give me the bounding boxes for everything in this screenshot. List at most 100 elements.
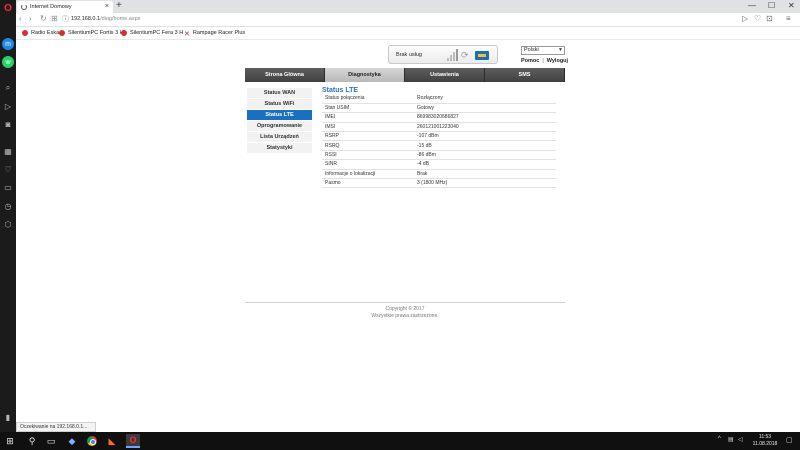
search-icon[interactable]: ⌕ (2, 82, 14, 94)
url-path: /diag/home.aspx (100, 16, 141, 22)
extensions-cube-icon[interactable]: ⬡ (2, 218, 14, 230)
bookmark-label: SilentiumPC Fortis 3 H (68, 30, 124, 36)
loading-spinner-icon (21, 4, 27, 10)
table-row: Informacje o lokalizacji Brak (322, 169, 556, 179)
send-to-icon[interactable]: ▷ (742, 14, 748, 23)
radio-icon (22, 30, 28, 36)
table-row: Status połączenia Rozłączony (322, 94, 556, 104)
row-label: Pasmo (325, 180, 341, 187)
signal-strength-icon (447, 49, 458, 61)
camera-icon[interactable]: ◙ (2, 118, 14, 130)
send-icon[interactable]: ▷ (2, 100, 14, 112)
help-logout-row: Pomoc | Wyloguj (521, 58, 568, 64)
clock-time: 11:53 (758, 434, 772, 440)
minimize-button[interactable]: — (748, 1, 756, 10)
bookmark-item[interactable]: SilentiumPC Fortis 3 H (59, 30, 124, 36)
table-row: RSRP -107 dBm (322, 132, 556, 141)
table-row: RSRQ -15 dB (322, 141, 556, 151)
forward-button[interactable]: › (29, 14, 32, 23)
search-icon[interactable]: ⚲ (26, 435, 38, 447)
bookmark-heart-icon[interactable]: ♡ (754, 14, 761, 23)
bookmark-label: SilentiumPC Fera 3 H (130, 30, 184, 36)
browser-tab[interactable]: Internet Domowy × (17, 1, 113, 13)
easy-setup-icon[interactable]: ≡ (786, 14, 791, 23)
sidebar-item-wan-status[interactable]: Status WAN (247, 88, 312, 99)
language-value: Polski (524, 47, 539, 53)
windows-start-icon[interactable]: ⊞ (4, 435, 16, 447)
row-value: Gotowy (417, 105, 434, 112)
sidebar-item-wifi-status[interactable]: Status WiFi (247, 99, 312, 110)
opera-logo-icon[interactable]: O (2, 2, 14, 14)
row-value: 260121001223040 (417, 123, 459, 130)
sidebar-item-device-list[interactable]: Lista Urządzeń (247, 132, 312, 143)
volume-icon[interactable]: ◁ (738, 436, 743, 443)
history-icon[interactable]: ◷ (2, 200, 14, 212)
rights-text: Wszystkie prawa zastrzeżone. (371, 313, 439, 319)
system-clock[interactable]: 11:53 11.08.2018 (752, 434, 778, 448)
clock-date: 11.08.2018 (752, 441, 778, 447)
row-value: -86 dBm (417, 152, 436, 159)
row-label: Status połączenia (325, 95, 365, 102)
row-label: RSRP (325, 133, 339, 140)
row-label: Informacje o lokalizacji (325, 170, 376, 177)
notification-icon[interactable]: ▢ (786, 436, 793, 444)
row-label: IMSI (325, 123, 336, 130)
app-pinned-icon[interactable]: ◆ (66, 435, 78, 447)
row-value: Rozłączony (417, 95, 443, 102)
sidebar-item-statistics[interactable]: Statystyki (247, 143, 312, 154)
tab-diagnostics[interactable]: Diagnostyka (325, 68, 405, 82)
new-tab-button[interactable]: + (116, 0, 122, 11)
copyright-text: Copyright © 2017 (385, 306, 425, 312)
back-button[interactable]: ‹ (19, 14, 22, 23)
logout-link[interactable]: Wyloguj (547, 58, 568, 64)
site-info-icon[interactable]: ⓘ (62, 14, 69, 24)
bookmark-item[interactable]: Radio Eska (22, 30, 59, 36)
speed-dial-icon[interactable]: ▦ (2, 145, 14, 157)
close-window-button[interactable]: ✕ (788, 1, 795, 10)
app-pinned-icon[interactable]: ◣ (106, 435, 118, 447)
messenger-icon[interactable]: m (2, 38, 14, 50)
url-host: 192.168.0.1 (71, 16, 101, 22)
help-link[interactable]: Pomoc (521, 58, 539, 64)
sidebar-toggle-icon[interactable]: ▮ (2, 411, 14, 423)
silentium-icon (59, 30, 65, 36)
service-status-box: Brak usług ⟳ (388, 45, 498, 64)
network-icon[interactable]: ▤ (728, 436, 734, 443)
task-view-icon[interactable]: ▭ (45, 435, 57, 447)
row-value: -4 dB (417, 161, 429, 168)
tab-title: Internet Domowy (30, 4, 72, 10)
lte-status-table: Status połączenia Rozłączony Stan USIM Got… (322, 94, 556, 188)
sidebar-item-software[interactable]: Oprogramowanie (247, 121, 312, 132)
tab-home[interactable]: Strona Główna (245, 68, 325, 82)
browser-status-bar: Oczekiwanie na 192.168.0.1... (16, 422, 96, 432)
row-label: IMEI (325, 114, 336, 121)
footer: Copyright © 2017 Wszystkie prawa zastrze… (245, 306, 565, 320)
tab-settings[interactable]: Ustawienia (405, 68, 485, 82)
news-icon[interactable]: ▭ (2, 181, 14, 193)
table-row: Pasmo 3 (1800 MHz) (322, 179, 556, 188)
maximize-button[interactable]: ☐ (768, 1, 775, 10)
row-label: SINR (325, 161, 337, 168)
language-select[interactable]: Polski ▼ (521, 46, 565, 55)
opera-taskbar-icon[interactable]: O (126, 434, 140, 448)
bookmark-item[interactable]: SilentiumPC Fera 3 H (121, 30, 183, 36)
reload-button[interactable]: ↻ (40, 14, 47, 23)
chrome-icon[interactable] (86, 435, 98, 447)
snapshot-icon[interactable]: ⊡ (766, 14, 773, 23)
bookmarks-bar: Radio Eska SilentiumPC Fortis 3 H Silent… (16, 27, 800, 40)
bookmarks-heart-icon[interactable]: ♡ (2, 163, 14, 175)
sidebar-item-lte-status[interactable]: Status LTE (247, 110, 312, 121)
tab-sms[interactable]: SMS (485, 68, 565, 82)
refresh-icon: ⟳ (461, 50, 469, 60)
footer-divider (245, 302, 565, 303)
bookmark-item[interactable]: ✕ Rampage Racer Plus (184, 30, 245, 38)
silentium-icon (121, 30, 127, 36)
chevron-down-icon: ▼ (558, 47, 563, 53)
url-field[interactable]: 192.168.0.1/diag/home.aspx (71, 16, 140, 22)
tab-close-icon[interactable]: × (105, 3, 109, 10)
row-value: 869983020686827 (417, 114, 459, 121)
whatsapp-icon[interactable]: w (2, 56, 14, 68)
main-nav: Strona Główna Diagnostyka Ustawienia SMS (245, 68, 565, 82)
tray-chevron-icon[interactable]: ^ (718, 436, 721, 442)
tab-overview-icon[interactable]: ⊞ (51, 14, 58, 23)
